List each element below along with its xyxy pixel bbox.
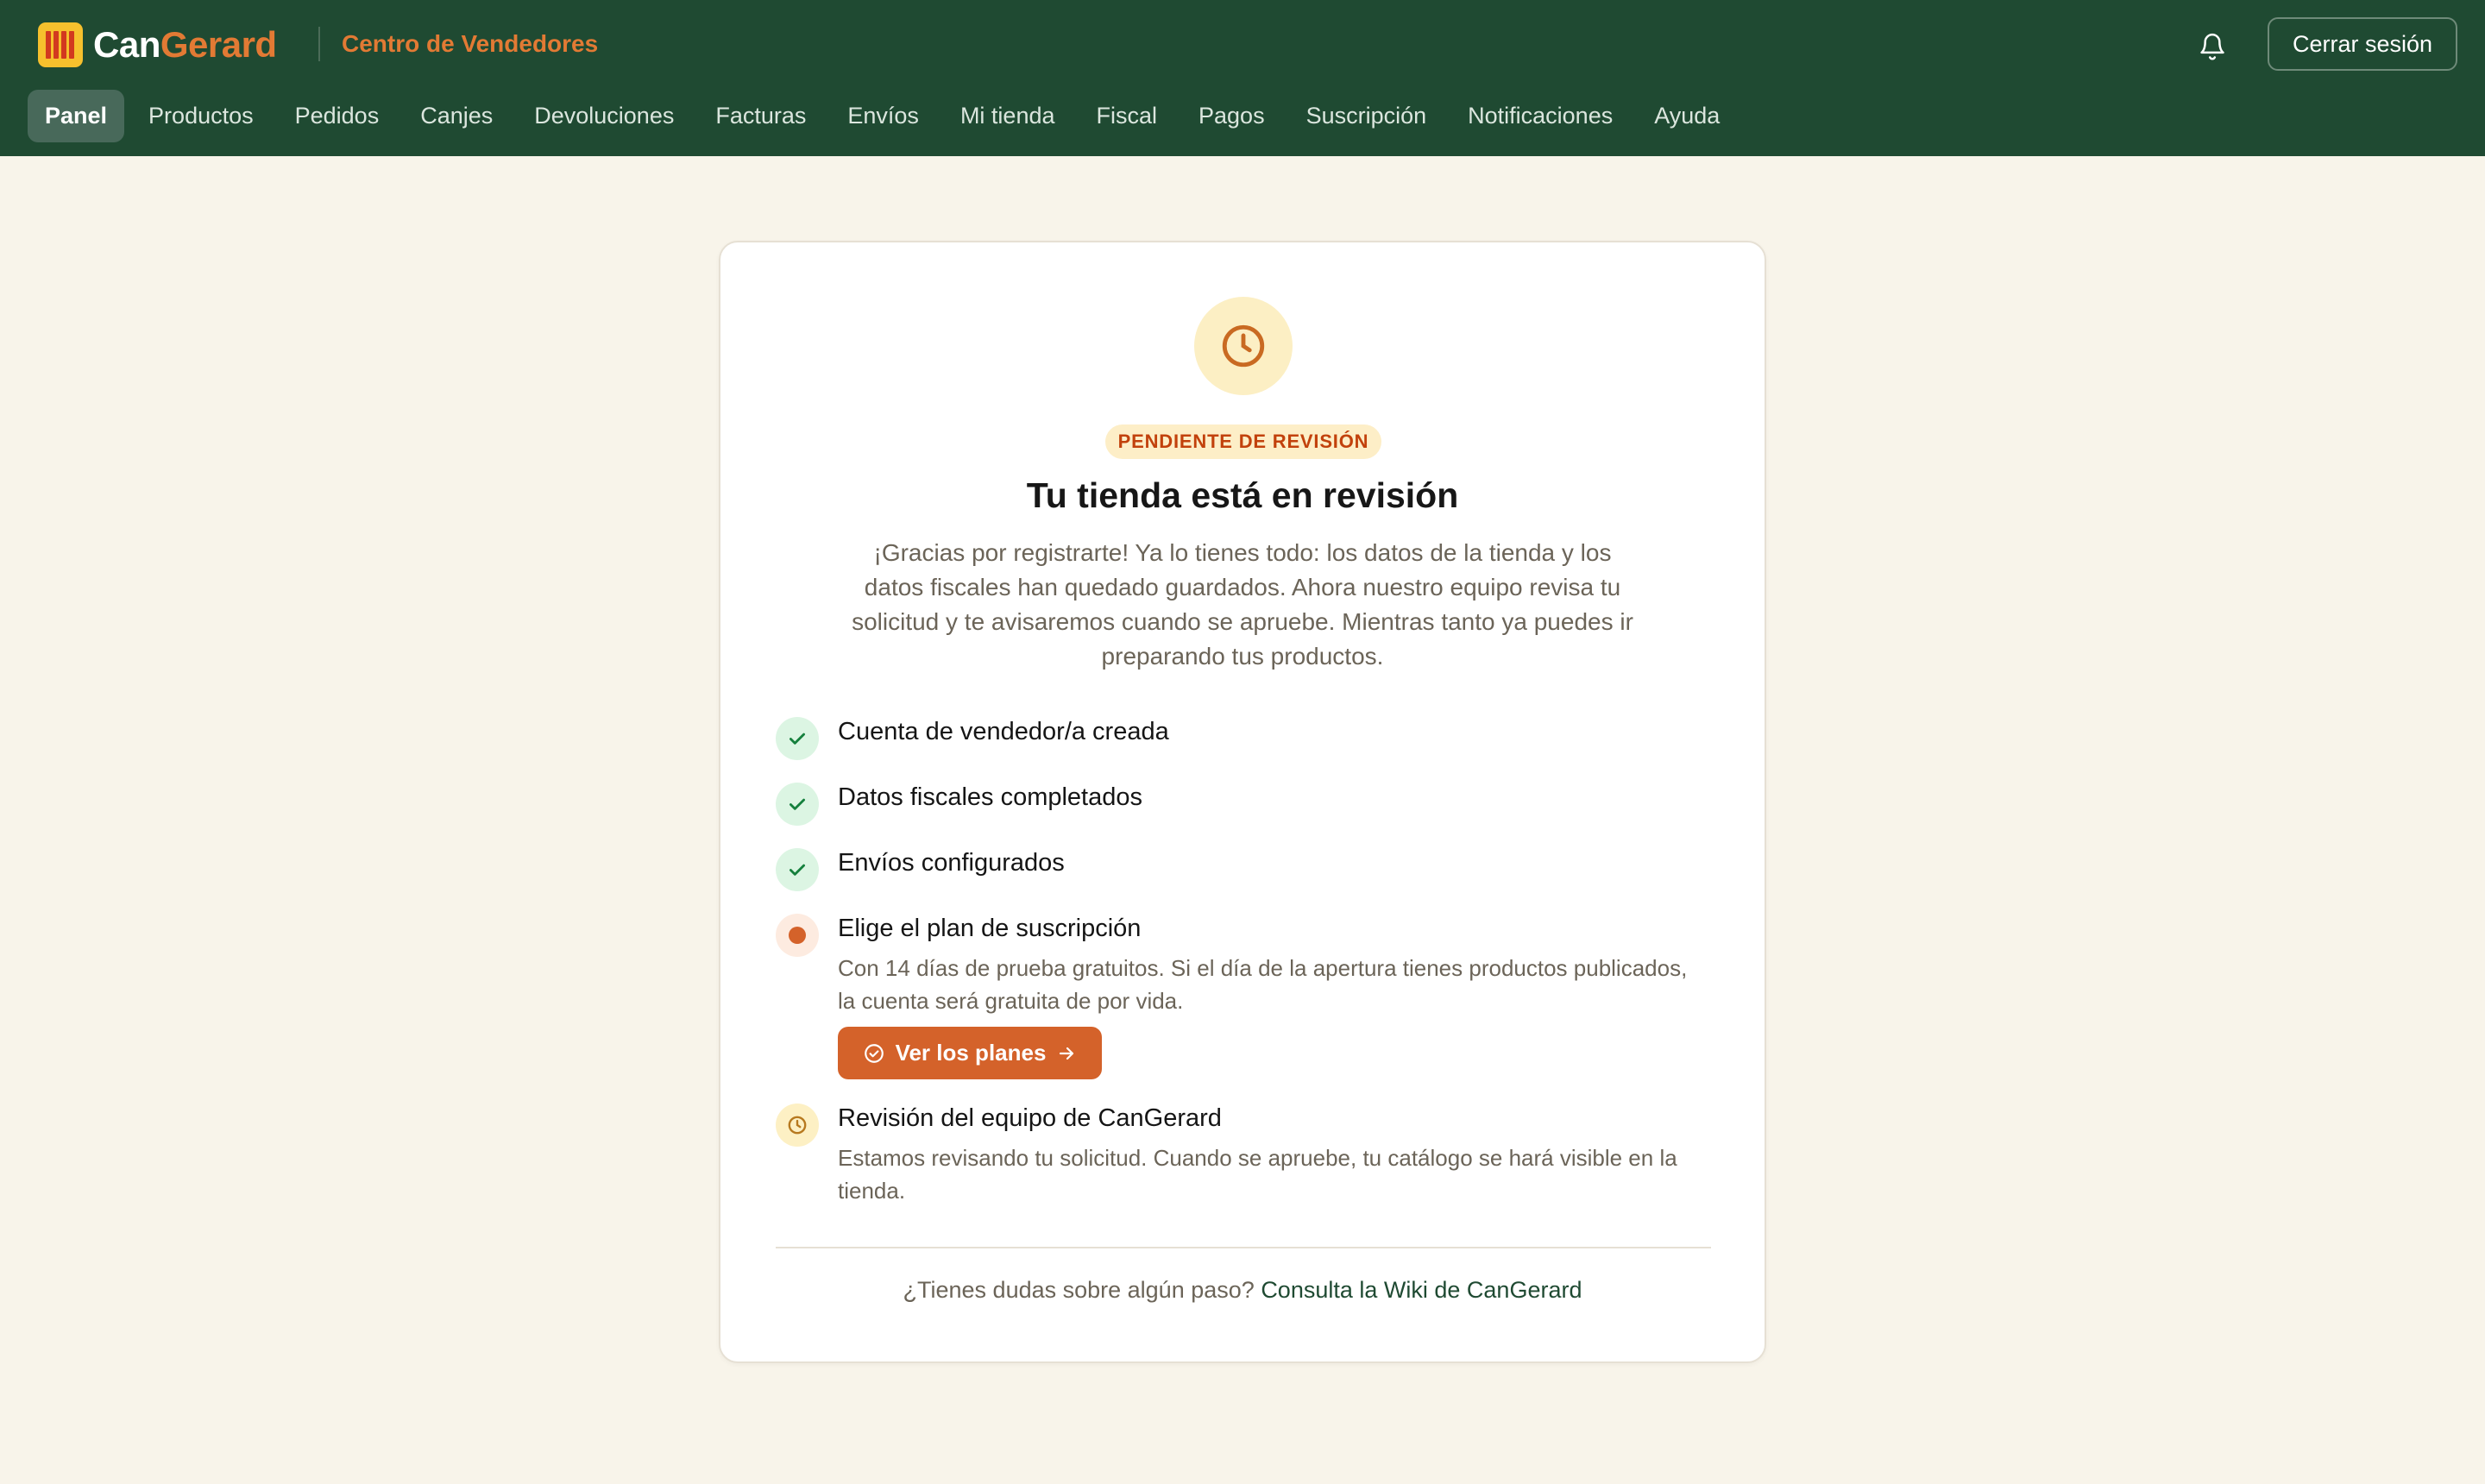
nav-item-facturas[interactable]: Facturas bbox=[698, 90, 823, 142]
step-team-review: Revisión del equipo de CanGerard Estamos… bbox=[776, 1104, 1725, 1207]
view-plans-label: Ver los planes bbox=[895, 1040, 1047, 1066]
logo-icon bbox=[38, 22, 83, 67]
check-icon bbox=[776, 848, 819, 891]
status-badge: PENDIENTE DE REVISIÓN bbox=[1105, 424, 1381, 459]
brand-divider bbox=[318, 27, 320, 61]
nav-item-fiscal[interactable]: Fiscal bbox=[1079, 90, 1175, 142]
logout-button[interactable]: Cerrar sesión bbox=[2268, 17, 2457, 71]
top-header: CanGerard Centro de Vendedores Cerrar se… bbox=[0, 0, 2485, 156]
nav-item-notificaciones[interactable]: Notificaciones bbox=[1450, 90, 1630, 142]
check-icon bbox=[776, 783, 819, 826]
bell-icon[interactable] bbox=[2192, 26, 2233, 67]
brand-name-part1: Can bbox=[93, 24, 160, 65]
check-icon bbox=[776, 717, 819, 760]
help-question: ¿Tienes dudas sobre algún paso? bbox=[903, 1277, 1255, 1303]
nav-item-ayuda[interactable]: Ayuda bbox=[1637, 90, 1737, 142]
arrow-right-icon bbox=[1060, 1047, 1074, 1060]
view-plans-button[interactable]: Ver los planes bbox=[838, 1027, 1102, 1079]
step-description: Estamos revisando tu solicitud. Cuando s… bbox=[838, 1145, 1677, 1204]
clock-icon bbox=[1194, 297, 1293, 395]
step-title: Revisión del equipo de CanGerard bbox=[838, 1104, 1222, 1132]
brand-name-part2: Gerard bbox=[160, 24, 277, 65]
nav-item-mi-tienda[interactable]: Mi tienda bbox=[943, 90, 1073, 142]
step-choose-plan: Elige el plan de suscripción Con 14 días… bbox=[776, 914, 1725, 1086]
nav-item-suscripcion[interactable]: Suscripción bbox=[1289, 90, 1444, 142]
help-text: ¿Tienes dudas sobre algún paso? Consulta… bbox=[720, 1277, 1765, 1304]
nav-item-productos[interactable]: Productos bbox=[131, 90, 271, 142]
wiki-link[interactable]: Consulta la Wiki de CanGerard bbox=[1261, 1277, 1582, 1303]
main-nav: Panel Productos Pedidos Canjes Devolucio… bbox=[28, 90, 1737, 142]
divider bbox=[776, 1247, 1711, 1248]
nav-item-canjes[interactable]: Canjes bbox=[403, 90, 510, 142]
nav-item-devoluciones[interactable]: Devoluciones bbox=[517, 90, 691, 142]
review-status-card: PENDIENTE DE REVISIÓN Tu tienda está en … bbox=[719, 241, 1766, 1363]
nav-item-panel[interactable]: Panel bbox=[28, 90, 125, 142]
nav-item-envios[interactable]: Envíos bbox=[830, 90, 936, 142]
clock-icon bbox=[776, 1104, 819, 1147]
step-title: Cuenta de vendedor/a creada bbox=[838, 718, 1169, 745]
step-title: Envíos configurados bbox=[838, 849, 1065, 877]
brand-subtitle: Centro de Vendedores bbox=[342, 30, 599, 57]
nav-item-pagos[interactable]: Pagos bbox=[1181, 90, 1282, 142]
step-description: Con 14 días de prueba gratuitos. Si el d… bbox=[838, 955, 1688, 1014]
dot-icon bbox=[776, 914, 819, 957]
intro-text: ¡Gracias por registrarte! Ya lo tienes t… bbox=[852, 539, 1633, 670]
page-title: Tu tienda está en revisión bbox=[1026, 475, 1459, 515]
brand-logo[interactable]: CanGerard bbox=[38, 22, 277, 67]
check-circle-icon bbox=[864, 1043, 884, 1063]
brand-name: CanGerard bbox=[93, 24, 277, 66]
step-title: Datos fiscales completados bbox=[838, 783, 1142, 811]
step-title: Elige el plan de suscripción bbox=[838, 915, 1142, 942]
nav-item-pedidos[interactable]: Pedidos bbox=[278, 90, 397, 142]
